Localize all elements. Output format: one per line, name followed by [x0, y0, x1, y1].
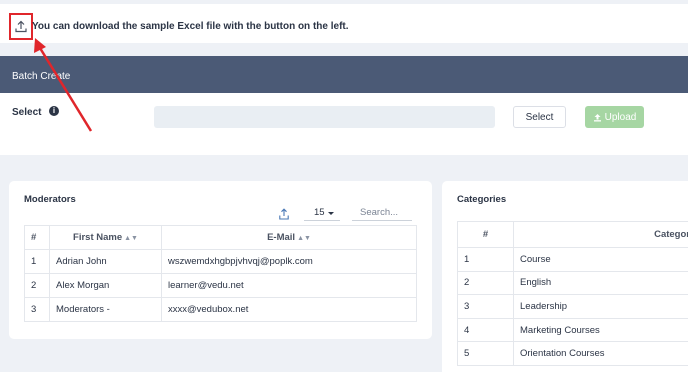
cell-first-name: Alex Morgan [49, 273, 162, 298]
notice-bar: You can download the sample Excel file w… [0, 4, 688, 43]
cell-index: 1 [457, 247, 514, 272]
column-header-index: # [457, 221, 514, 248]
cell-index: 3 [24, 297, 50, 322]
cell-index: 2 [457, 270, 514, 296]
cell-category: Course [513, 247, 688, 272]
export-icon[interactable] [279, 208, 289, 220]
cell-first-name: Moderators - [49, 297, 162, 322]
page-size-select[interactable]: 15 [304, 205, 340, 221]
categories-table: # Categor 1 Course 2 English 3 Leadership 4… [457, 221, 688, 366]
cell-email: xxxx@vedubox.net [161, 297, 417, 322]
cell-index: 3 [457, 294, 514, 319]
table-row[interactable]: 3 Moderators - xxxx@vedubox.net [24, 297, 417, 322]
moderators-title: Moderators [24, 194, 76, 205]
table-row[interactable]: 3 Leadership [457, 294, 688, 319]
column-header-category[interactable]: Categor [513, 221, 688, 248]
cell-email: wszwemdxhgbpjvhvqj@poplk.com [161, 249, 417, 274]
table-row[interactable]: 5 Orientation Courses [457, 341, 688, 366]
cell-index: 2 [24, 273, 50, 298]
categories-card: Categories # Categor 1 Course 2 English 3L… [442, 181, 688, 372]
table-row[interactable]: 4 Marketing Courses [457, 317, 688, 343]
batch-create-panel: Batch Create Select i Select Upload [0, 56, 688, 155]
select-button[interactable]: Select [513, 106, 566, 128]
table-header-row: # Categor [457, 221, 688, 248]
cell-index: 1 [24, 249, 50, 274]
upload-icon [593, 113, 601, 121]
column-header-email[interactable]: E-Mail ▲▼ [161, 225, 417, 250]
page-size-value: 15 [314, 207, 325, 218]
upload-icon [15, 20, 27, 33]
table-row[interactable]: 2 English [457, 270, 688, 296]
moderators-table: # First Name ▲▼ E-Mail ▲▼ 1 Adrian John ws… [24, 225, 417, 322]
table-row[interactable]: 2 Alex Morgan learner@vedu.net [24, 273, 417, 298]
cell-first-name: Adrian John [49, 249, 162, 274]
table-header-row: # First Name ▲▼ E-Mail ▲▼ [24, 225, 417, 250]
column-header-index: # [24, 225, 50, 250]
notice-text: You can download the sample Excel file w… [32, 21, 349, 32]
cell-index: 4 [457, 317, 514, 343]
cell-email: learner@vedu.net [161, 273, 417, 298]
info-icon[interactable]: i [49, 106, 59, 116]
column-header-first-name[interactable]: First Name ▲▼ [49, 225, 162, 250]
batch-create-title: Batch Create [0, 56, 688, 93]
cell-category: Marketing Courses [513, 317, 688, 343]
cell-category: Orientation Courses [513, 341, 688, 366]
caret-down-icon [328, 212, 334, 215]
cell-category: English [513, 270, 688, 296]
file-input[interactable] [154, 106, 495, 128]
search-input[interactable] [352, 205, 412, 221]
sort-icon: ▲▼ [297, 235, 311, 242]
table-row[interactable]: 1 Course [457, 247, 688, 272]
upload-button-label: Upload [604, 111, 637, 123]
cell-category: Leadership [513, 294, 688, 319]
table-row[interactable]: 1 Adrian John wszwemdxhgbpjvhvqj@poplk.c… [24, 249, 417, 274]
moderators-card: Moderators 15 # First Name▲▼ E-Mail▲▼ 1 … [9, 181, 432, 339]
categories-title: Categories [457, 194, 507, 205]
upload-button[interactable]: Upload [585, 106, 644, 128]
select-label: Select [12, 107, 42, 118]
sort-icon: ▲▼ [124, 235, 138, 242]
cell-index: 5 [457, 341, 514, 366]
download-sample-button[interactable] [9, 13, 33, 40]
